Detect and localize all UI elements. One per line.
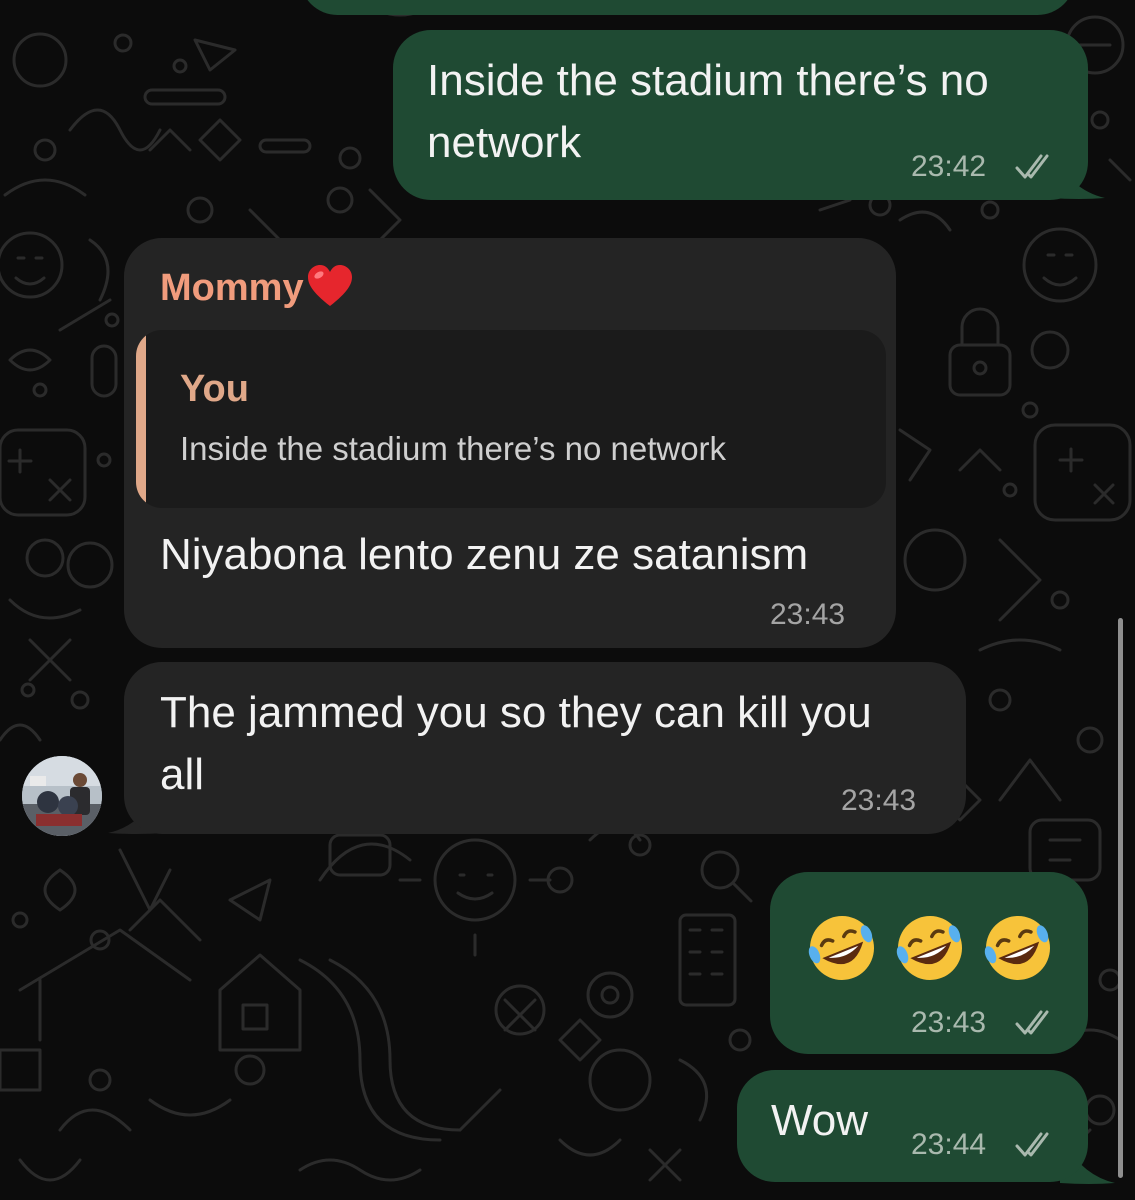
sender-name-text: Mommy (160, 267, 304, 309)
sender-name: Mommy (160, 264, 354, 310)
message-bubble-outgoing[interactable]: Wow 23:44 (737, 1070, 1088, 1182)
message-time: 23:43 (770, 598, 846, 631)
previous-message-bubble[interactable] (300, 0, 1075, 15)
read-receipt-icon (1015, 1132, 1049, 1157)
scrollbar[interactable] (1118, 618, 1123, 1178)
quote-accent-bar (136, 330, 146, 508)
message-time: 23:42 (911, 150, 987, 183)
quoted-message[interactable]: You Inside the stadium there’s no networ… (136, 330, 886, 508)
message-text: Inside the stadium there’s no network (427, 56, 989, 167)
quoted-text: Inside the stadium there’s no network (180, 430, 727, 467)
red-heart-icon (307, 265, 352, 306)
read-receipt-icon (1015, 1010, 1049, 1035)
rolling-on-floor-laughing-emoji (808, 916, 874, 980)
message-time: 23:44 (911, 1128, 987, 1161)
read-receipt-icon (1015, 154, 1049, 179)
message-bubble-outgoing-emoji[interactable]: 23:43 (770, 872, 1088, 1054)
rolling-on-floor-laughing-emoji (984, 916, 1050, 980)
sender-avatar[interactable] (22, 756, 102, 836)
message-bubble-incoming[interactable]: The jammed you so they can kill you all … (124, 662, 966, 834)
quoted-author: You (180, 368, 249, 410)
rolling-on-floor-laughing-emoji (896, 916, 962, 980)
message-text: Niyabona lento zenu ze satanism (160, 530, 809, 579)
avatar-photo (22, 756, 102, 836)
message-time: 23:43 (841, 784, 917, 817)
message-text: The jammed you so they can kill you all (160, 688, 872, 799)
chat-screen: Inside the stadium there’s no network 23… (0, 0, 1135, 1200)
message-bubble-incoming-reply[interactable]: Mommy You Inside the stadium there’s no … (124, 238, 896, 648)
message-time: 23:43 (911, 1006, 987, 1039)
message-text: Wow (771, 1096, 868, 1145)
message-bubble-outgoing[interactable]: Inside the stadium there’s no network 23… (393, 30, 1088, 200)
